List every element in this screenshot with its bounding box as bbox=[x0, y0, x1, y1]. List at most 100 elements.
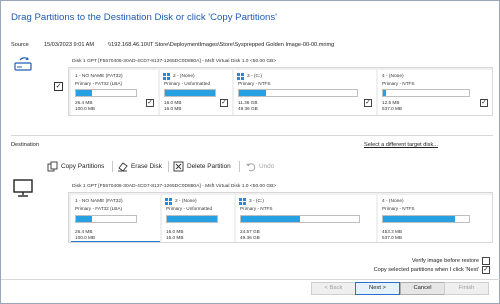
restore-wizard-window: Drag Partitions to the Destination Disk … bbox=[0, 0, 500, 304]
source-disk-header: Disk 1 GPT [F5570406-30AD-4CD7-8137-1265… bbox=[72, 59, 277, 64]
footer-divider bbox=[1, 279, 500, 280]
partition-type: Primary - Unformatted bbox=[164, 81, 211, 86]
copy-selected-checkbox[interactable]: ✓ bbox=[482, 266, 490, 274]
source-disk-map: 1 - NO NAME (FAT32) Primary - FAT32 (LBA… bbox=[68, 67, 493, 116]
partition-used: 12.5 MB bbox=[382, 100, 400, 105]
toolbar-separator bbox=[168, 161, 169, 172]
destination-partition-1[interactable]: 1 - NO NAME (FAT32) Primary - FAT32 (LBA… bbox=[71, 195, 160, 242]
partition-total: 537.0 MB bbox=[382, 106, 403, 111]
partition-type: Primary - FAT32 (LBA) bbox=[75, 81, 123, 86]
toolbar-separator bbox=[239, 161, 240, 172]
partition-total: 100.0 MB bbox=[75, 235, 96, 240]
eraser-icon bbox=[118, 162, 128, 172]
partition-usage-bar bbox=[75, 215, 137, 223]
partition-type: Primary - NTFS bbox=[382, 81, 415, 86]
destination-partition-2[interactable]: 2 - (None) Primary - Unformatted 16.0 MB… bbox=[162, 195, 234, 242]
finish-button[interactable]: Finish bbox=[444, 282, 489, 295]
verify-image-label: Verify image before restore bbox=[411, 258, 479, 264]
partition-checkbox[interactable]: ✓ bbox=[146, 99, 154, 107]
windows-icon bbox=[239, 198, 246, 205]
partition-usage-bar bbox=[166, 215, 218, 223]
partition-title: 1 - NO NAME (FAT32) bbox=[75, 74, 123, 79]
copy-partitions-button[interactable]: Copy Partitions bbox=[47, 161, 104, 172]
destination-disk-map: 1 - NO NAME (FAT32) Primary - FAT32 (LBA… bbox=[68, 192, 493, 243]
copy-partitions-label: Copy Partitions bbox=[61, 163, 105, 170]
partition-checkbox[interactable]: ✓ bbox=[364, 99, 372, 107]
verify-image-checkbox[interactable] bbox=[482, 257, 490, 265]
partition-usage-bar bbox=[164, 89, 216, 97]
erase-disk-label: Erase Disk bbox=[131, 163, 162, 170]
delete-partition-icon bbox=[173, 161, 184, 172]
delete-partition-label: Delete Partition bbox=[187, 163, 231, 170]
partition-usage-fill bbox=[239, 90, 267, 96]
partition-usage-fill bbox=[76, 216, 92, 222]
destination-partition-3[interactable]: 3 - (C:) Primary - NTFS 24.57 GB 49.36 G… bbox=[236, 195, 376, 242]
copy-icon bbox=[47, 161, 58, 172]
partition-usage-fill bbox=[383, 216, 456, 222]
partition-total: 49.36 GB bbox=[238, 106, 258, 111]
partition-checkbox[interactable]: ✓ bbox=[480, 99, 488, 107]
partition-total: 537.0 MB bbox=[382, 235, 403, 240]
source-date: 15/03/2023 9:01 AM bbox=[44, 42, 95, 48]
partition-type: Primary - NTFS bbox=[240, 206, 273, 211]
partition-usage-fill bbox=[76, 90, 92, 96]
partition-used: 26.4 MB bbox=[75, 229, 93, 234]
partition-usage-fill bbox=[165, 90, 215, 96]
partition-usage-bar bbox=[238, 89, 358, 97]
partition-usage-bar bbox=[240, 215, 360, 223]
partition-used: 24.57 GB bbox=[240, 229, 260, 234]
undo-label: Undo bbox=[259, 163, 275, 170]
copy-selected-label: Copy selected partitions when I click 'N… bbox=[373, 267, 479, 273]
source-partition-2[interactable]: 2 - (None) Primary - Unformatted 16.0 MB… bbox=[160, 70, 232, 115]
partition-title: 3 - (C:) bbox=[249, 199, 264, 204]
partition-total: 49.36 GB bbox=[240, 235, 260, 240]
partition-title: 2 - (None) bbox=[175, 199, 197, 204]
source-partition-1[interactable]: 1 - NO NAME (FAT32) Primary - FAT32 (LBA… bbox=[71, 70, 158, 115]
partition-usage-bar bbox=[382, 89, 470, 97]
source-partition-4[interactable]: 4 - (None) Primary - NTFS 12.5 MB 537.0 … bbox=[378, 70, 492, 115]
partition-checkbox[interactable]: ✓ bbox=[220, 99, 228, 107]
partition-usage-bar bbox=[382, 215, 470, 223]
next-button[interactable]: Next > bbox=[355, 282, 400, 295]
source-path: \\192.168.46.10\IT Store\DeploymentImage… bbox=[108, 42, 335, 48]
partition-type: Primary - Unformatted bbox=[166, 206, 213, 211]
partition-title: 4 - (None) bbox=[382, 74, 404, 79]
partition-used: 453.3 MB bbox=[382, 229, 403, 234]
partition-usage-bar bbox=[75, 89, 137, 97]
windows-icon bbox=[165, 198, 172, 205]
delete-partition-button[interactable]: Delete Partition bbox=[173, 161, 231, 172]
undo-icon bbox=[246, 163, 256, 172]
partition-title: 2 - (None) bbox=[173, 74, 195, 79]
cancel-button[interactable]: Cancel bbox=[400, 282, 445, 295]
back-button[interactable]: < Back bbox=[311, 282, 356, 295]
partition-total: 100.0 MB bbox=[75, 106, 96, 111]
partition-total: 16.0 MB bbox=[166, 235, 184, 240]
windows-icon bbox=[163, 73, 170, 80]
source-label: Source bbox=[11, 42, 29, 48]
windows-icon bbox=[237, 73, 244, 80]
partition-used: 16.0 MB bbox=[164, 100, 182, 105]
select-target-disk-link[interactable]: Select a different target disk... bbox=[364, 142, 438, 148]
destination-label: Destination bbox=[11, 142, 39, 148]
partition-type: Primary - FAT32 (LBA) bbox=[75, 206, 123, 211]
partition-used: 16.0 MB bbox=[166, 229, 184, 234]
partition-type: Primary - NTFS bbox=[382, 206, 415, 211]
partition-usage-fill bbox=[167, 216, 217, 222]
source-disk-checkbox[interactable]: ✓ bbox=[54, 82, 63, 91]
partition-usage-fill bbox=[383, 90, 386, 96]
disk-image-icon bbox=[14, 57, 32, 71]
partition-used: 26.4 MB bbox=[75, 100, 93, 105]
toolbar-separator bbox=[112, 161, 113, 172]
partition-title: 4 - (None) bbox=[382, 199, 404, 204]
undo-button[interactable]: Undo bbox=[245, 161, 274, 172]
source-partition-3[interactable]: 3 - (C:) Primary - NTFS 11.36 GB 49.36 G… bbox=[234, 70, 376, 115]
destination-disk-header: Disk 1 GPT [F5570406-30AD-4CD7-8137-1265… bbox=[72, 184, 277, 189]
partition-title: 3 - (C:) bbox=[247, 74, 262, 79]
page-title: Drag Partitions to the Destination Disk … bbox=[11, 12, 277, 23]
partition-usage-fill bbox=[241, 216, 300, 222]
erase-disk-button[interactable]: Erase Disk bbox=[117, 161, 162, 172]
destination-partition-4[interactable]: 4 - (None) Primary - NTFS 453.3 MB 537.0… bbox=[378, 195, 492, 242]
section-divider bbox=[11, 135, 493, 136]
partition-type: Primary - NTFS bbox=[238, 81, 271, 86]
partition-used: 11.36 GB bbox=[238, 100, 258, 105]
